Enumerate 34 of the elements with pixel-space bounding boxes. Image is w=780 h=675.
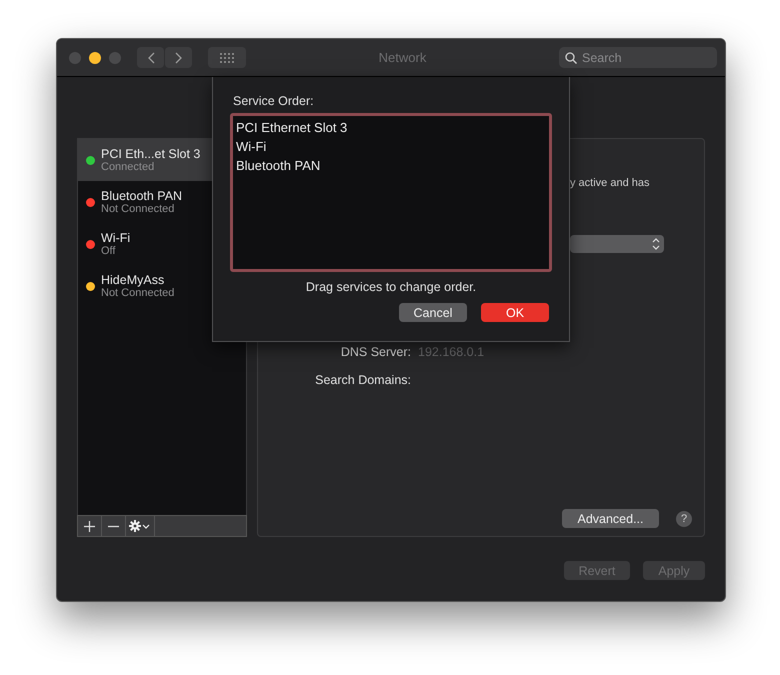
help-button[interactable]: ? <box>676 510 692 526</box>
service-name: PCI Eth...et Slot 3 <box>101 147 200 161</box>
service-status: Off <box>101 245 116 257</box>
cancel-button[interactable]: Cancel <box>399 303 467 322</box>
service-status: Not Connected <box>101 287 174 299</box>
chevron-left-icon <box>146 52 154 64</box>
field-value: 192.168.0.1 <box>418 345 486 359</box>
search-icon <box>565 52 577 64</box>
order-item[interactable]: PCI Ethernet Slot 3 <box>236 118 546 137</box>
gear-menu-button[interactable] <box>126 516 155 536</box>
field-label: Search Domains: <box>314 373 411 387</box>
plus-icon <box>84 520 95 532</box>
service-name: HideMyAss <box>101 273 166 287</box>
hint-text: Drag services to change order. <box>304 280 478 294</box>
status-text: y active and has <box>570 177 650 189</box>
advanced-button[interactable]: Advanced... <box>562 509 659 528</box>
ok-button[interactable]: OK <box>481 303 549 322</box>
service-status: Not Connected <box>101 203 176 215</box>
search-box[interactable]: Search <box>559 47 717 68</box>
search-field[interactable]: Search <box>582 47 711 68</box>
up-down-arrows-icon <box>652 238 660 250</box>
chevron-right-icon <box>174 52 182 64</box>
sheet-title: Service Order: <box>233 94 315 108</box>
field-label: DNS Server: <box>340 345 411 359</box>
grid-button[interactable] <box>208 47 246 68</box>
minimize-button[interactable] <box>89 52 101 64</box>
back-button[interactable] <box>137 47 164 68</box>
service-name: Wi-Fi <box>101 231 130 245</box>
forward-button[interactable] <box>165 47 192 68</box>
service-name: Bluetooth PAN <box>101 189 182 203</box>
gear-icon <box>129 520 151 532</box>
service-status: Connected <box>101 161 156 173</box>
grid-icon <box>220 52 234 62</box>
window-title: Network <box>378 50 428 65</box>
